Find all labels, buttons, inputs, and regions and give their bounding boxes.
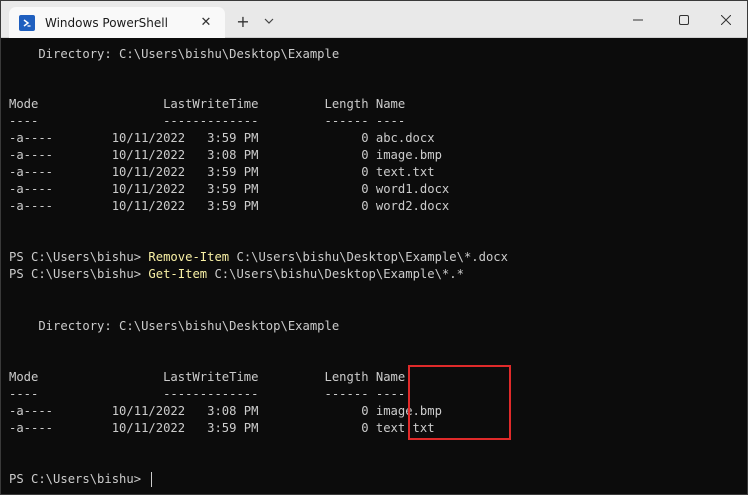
close-icon: [721, 15, 731, 25]
listing-row: -a---- 10/11/2022 3:59 PM 0 text.txt: [9, 165, 435, 179]
directory-line: Directory: C:\Users\bishu\Desktop\Exampl…: [9, 47, 340, 61]
close-button[interactable]: [703, 5, 748, 35]
minimize-button[interactable]: [615, 5, 661, 35]
maximize-icon: [679, 15, 689, 25]
listing-row: -a---- 10/11/2022 3:59 PM 0 word2.docx: [9, 199, 450, 213]
prompt: PS C:\Users\bishu>: [9, 472, 149, 486]
command-args: C:\Users\bishu\Desktop\Example\*.*: [207, 267, 464, 281]
tab-close-button[interactable]: ✕: [197, 14, 215, 32]
command-name: Get-Item: [148, 267, 208, 281]
listing-header: Mode LastWriteTime Length Name: [9, 97, 406, 111]
chevron-down-icon: [264, 18, 274, 24]
tab-dropdown-button[interactable]: [259, 9, 279, 33]
listing-header: Mode LastWriteTime Length Name: [9, 370, 406, 384]
command-args: C:\Users\bishu\Desktop\Example\*.docx: [229, 250, 508, 264]
current-prompt-line[interactable]: PS C:\Users\bishu>: [9, 471, 153, 488]
directory-line: Directory: C:\Users\bishu\Desktop\Exampl…: [9, 319, 340, 333]
listing-divider: ---- ------------- ------ ----: [9, 114, 406, 128]
listing-divider: ---- ------------- ------ ----: [9, 387, 406, 401]
powershell-icon: [19, 14, 35, 31]
tab-windows-powershell[interactable]: Windows PowerShell ✕: [9, 7, 225, 38]
text-cursor: [151, 472, 153, 487]
terminal-output[interactable]: Directory: C:\Users\bishu\Desktop\Exampl…: [1, 38, 747, 494]
title-bar[interactable]: Windows PowerShell ✕ +: [1, 1, 747, 38]
listing-row: -a---- 10/11/2022 3:08 PM 0 image.bmp: [9, 148, 442, 162]
listing-row: -a---- 10/11/2022 3:59 PM 0 abc.docx: [9, 131, 435, 145]
name-column-highlight-box: [408, 365, 511, 440]
maximize-button[interactable]: [661, 5, 707, 35]
listing-row: -a---- 10/11/2022 3:08 PM 0 image.bmp: [9, 404, 442, 418]
command-line-get: PS C:\Users\bishu> Get-Item C:\Users\bis…: [9, 266, 464, 283]
listing-row: -a---- 10/11/2022 3:59 PM 0 word1.docx: [9, 182, 450, 196]
terminal-window: Windows PowerShell ✕ + Directory: C:\Use…: [0, 0, 748, 495]
prompt: PS C:\Users\bishu>: [9, 267, 149, 281]
minimize-icon: [633, 19, 643, 21]
prompt: PS C:\Users\bishu>: [9, 250, 149, 264]
command-name: Remove-Item: [148, 250, 230, 264]
new-tab-button[interactable]: +: [233, 9, 253, 33]
command-line-remove: PS C:\Users\bishu> Remove-Item C:\Users\…: [9, 249, 508, 266]
listing-row: -a---- 10/11/2022 3:59 PM 0 text.txt: [9, 421, 435, 435]
tab-title: Windows PowerShell: [45, 15, 168, 30]
